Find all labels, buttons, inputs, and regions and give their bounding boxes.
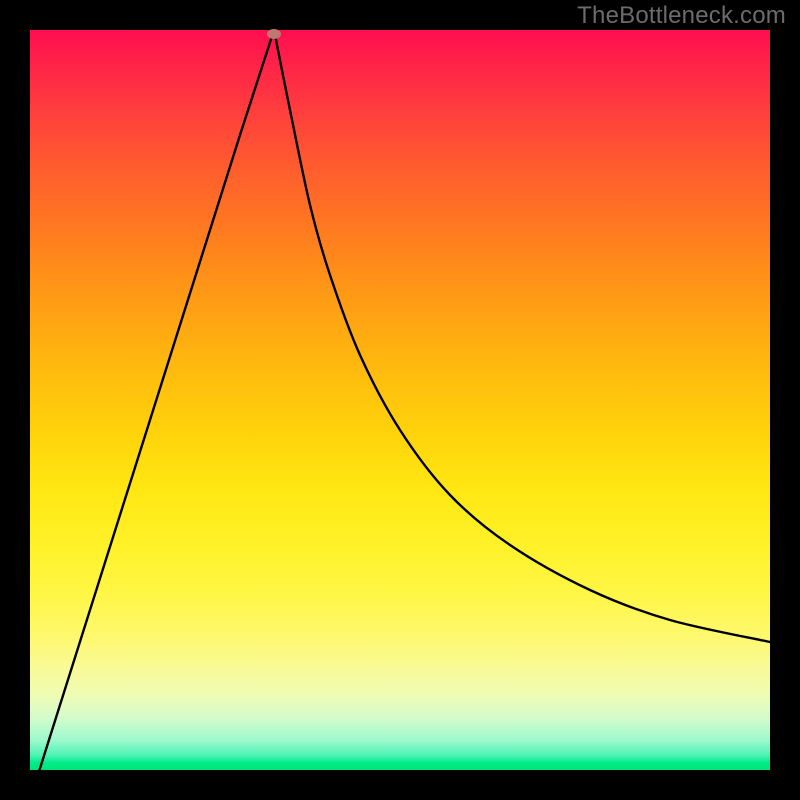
plot-area <box>30 30 770 770</box>
watermark-text: TheBottleneck.com <box>577 2 786 30</box>
curve-svg <box>30 30 770 770</box>
notch-marker <box>267 29 281 39</box>
curve-right-branch <box>274 30 770 642</box>
frame: TheBottleneck.com <box>0 0 800 800</box>
curve-left-branch <box>30 30 274 770</box>
